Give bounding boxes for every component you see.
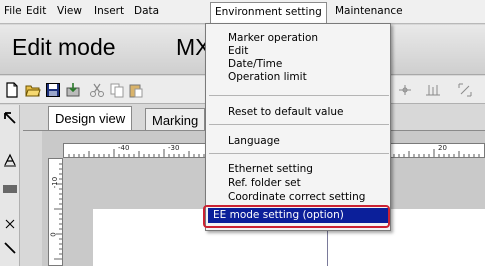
menu-data[interactable]: Data [134,5,159,17]
line-tool-icon[interactable] [3,241,17,255]
text-tool-icon[interactable] [3,153,17,167]
barcode-tool-icon[interactable] [3,182,17,196]
menu-view[interactable]: View [57,5,82,17]
tab-marking[interactable]: Marking [145,108,206,130]
tab-design-view[interactable]: Design view [48,106,133,130]
cut-icon[interactable] [89,82,105,98]
environment-setting-menu: Marker operation Edit Date/Time Operatio… [205,23,391,231]
menu-item-reset-default[interactable]: Reset to default value [206,106,390,119]
vertical-ruler[interactable]: -10 0 [48,158,63,266]
menu-environment-setting[interactable]: Environment setting [210,2,327,23]
tool-palette [0,105,20,266]
menu-item-operation-limit[interactable]: Operation limit [206,71,390,84]
copy-icon[interactable] [109,82,125,98]
ruler-ticks [54,163,62,260]
ruler-label: 0 [49,232,58,237]
menu-item-ethernet-setting[interactable]: Ethernet setting [206,163,390,176]
menu-item-marker-operation[interactable]: Marker operation [206,32,390,45]
menu-insert[interactable]: Insert [94,5,124,17]
menu-item-coordinate-correct[interactable]: Coordinate correct setting [206,191,390,204]
ruler-label: -30 [168,144,180,152]
save-icon[interactable] [45,82,61,98]
menu-item-ref-folder-set[interactable]: Ref. folder set [206,177,390,190]
menu-file[interactable]: File [4,5,22,17]
callout-highlight [203,205,390,228]
menu-separator [209,153,389,154]
fit-icon[interactable] [457,82,473,98]
menu-bar: File Edit View Insert Data Environment s… [0,0,485,24]
mode-title: Edit mode [12,34,116,60]
ruler-label: 20 [438,144,447,152]
paste-icon[interactable] [128,82,144,98]
open-folder-icon[interactable] [25,82,41,98]
menu-maintenance[interactable]: Maintenance [335,5,403,17]
menu-item-date-time[interactable]: Date/Time [206,58,390,71]
baseline-icon[interactable] [425,82,441,98]
menu-edit[interactable]: Edit [26,5,46,17]
export-icon[interactable] [65,82,81,98]
new-file-icon[interactable] [4,82,20,98]
pointer-icon[interactable] [3,111,17,125]
ruler-label: -10 [51,176,60,189]
plus-axis-icon[interactable] [397,82,413,98]
ruler-label: -40 [118,144,130,152]
menu-item-edit[interactable]: Edit [206,45,390,58]
close-icon[interactable] [3,217,17,231]
menu-separator [209,95,389,96]
menu-item-language[interactable]: Language [206,135,390,148]
menu-separator [209,124,389,125]
